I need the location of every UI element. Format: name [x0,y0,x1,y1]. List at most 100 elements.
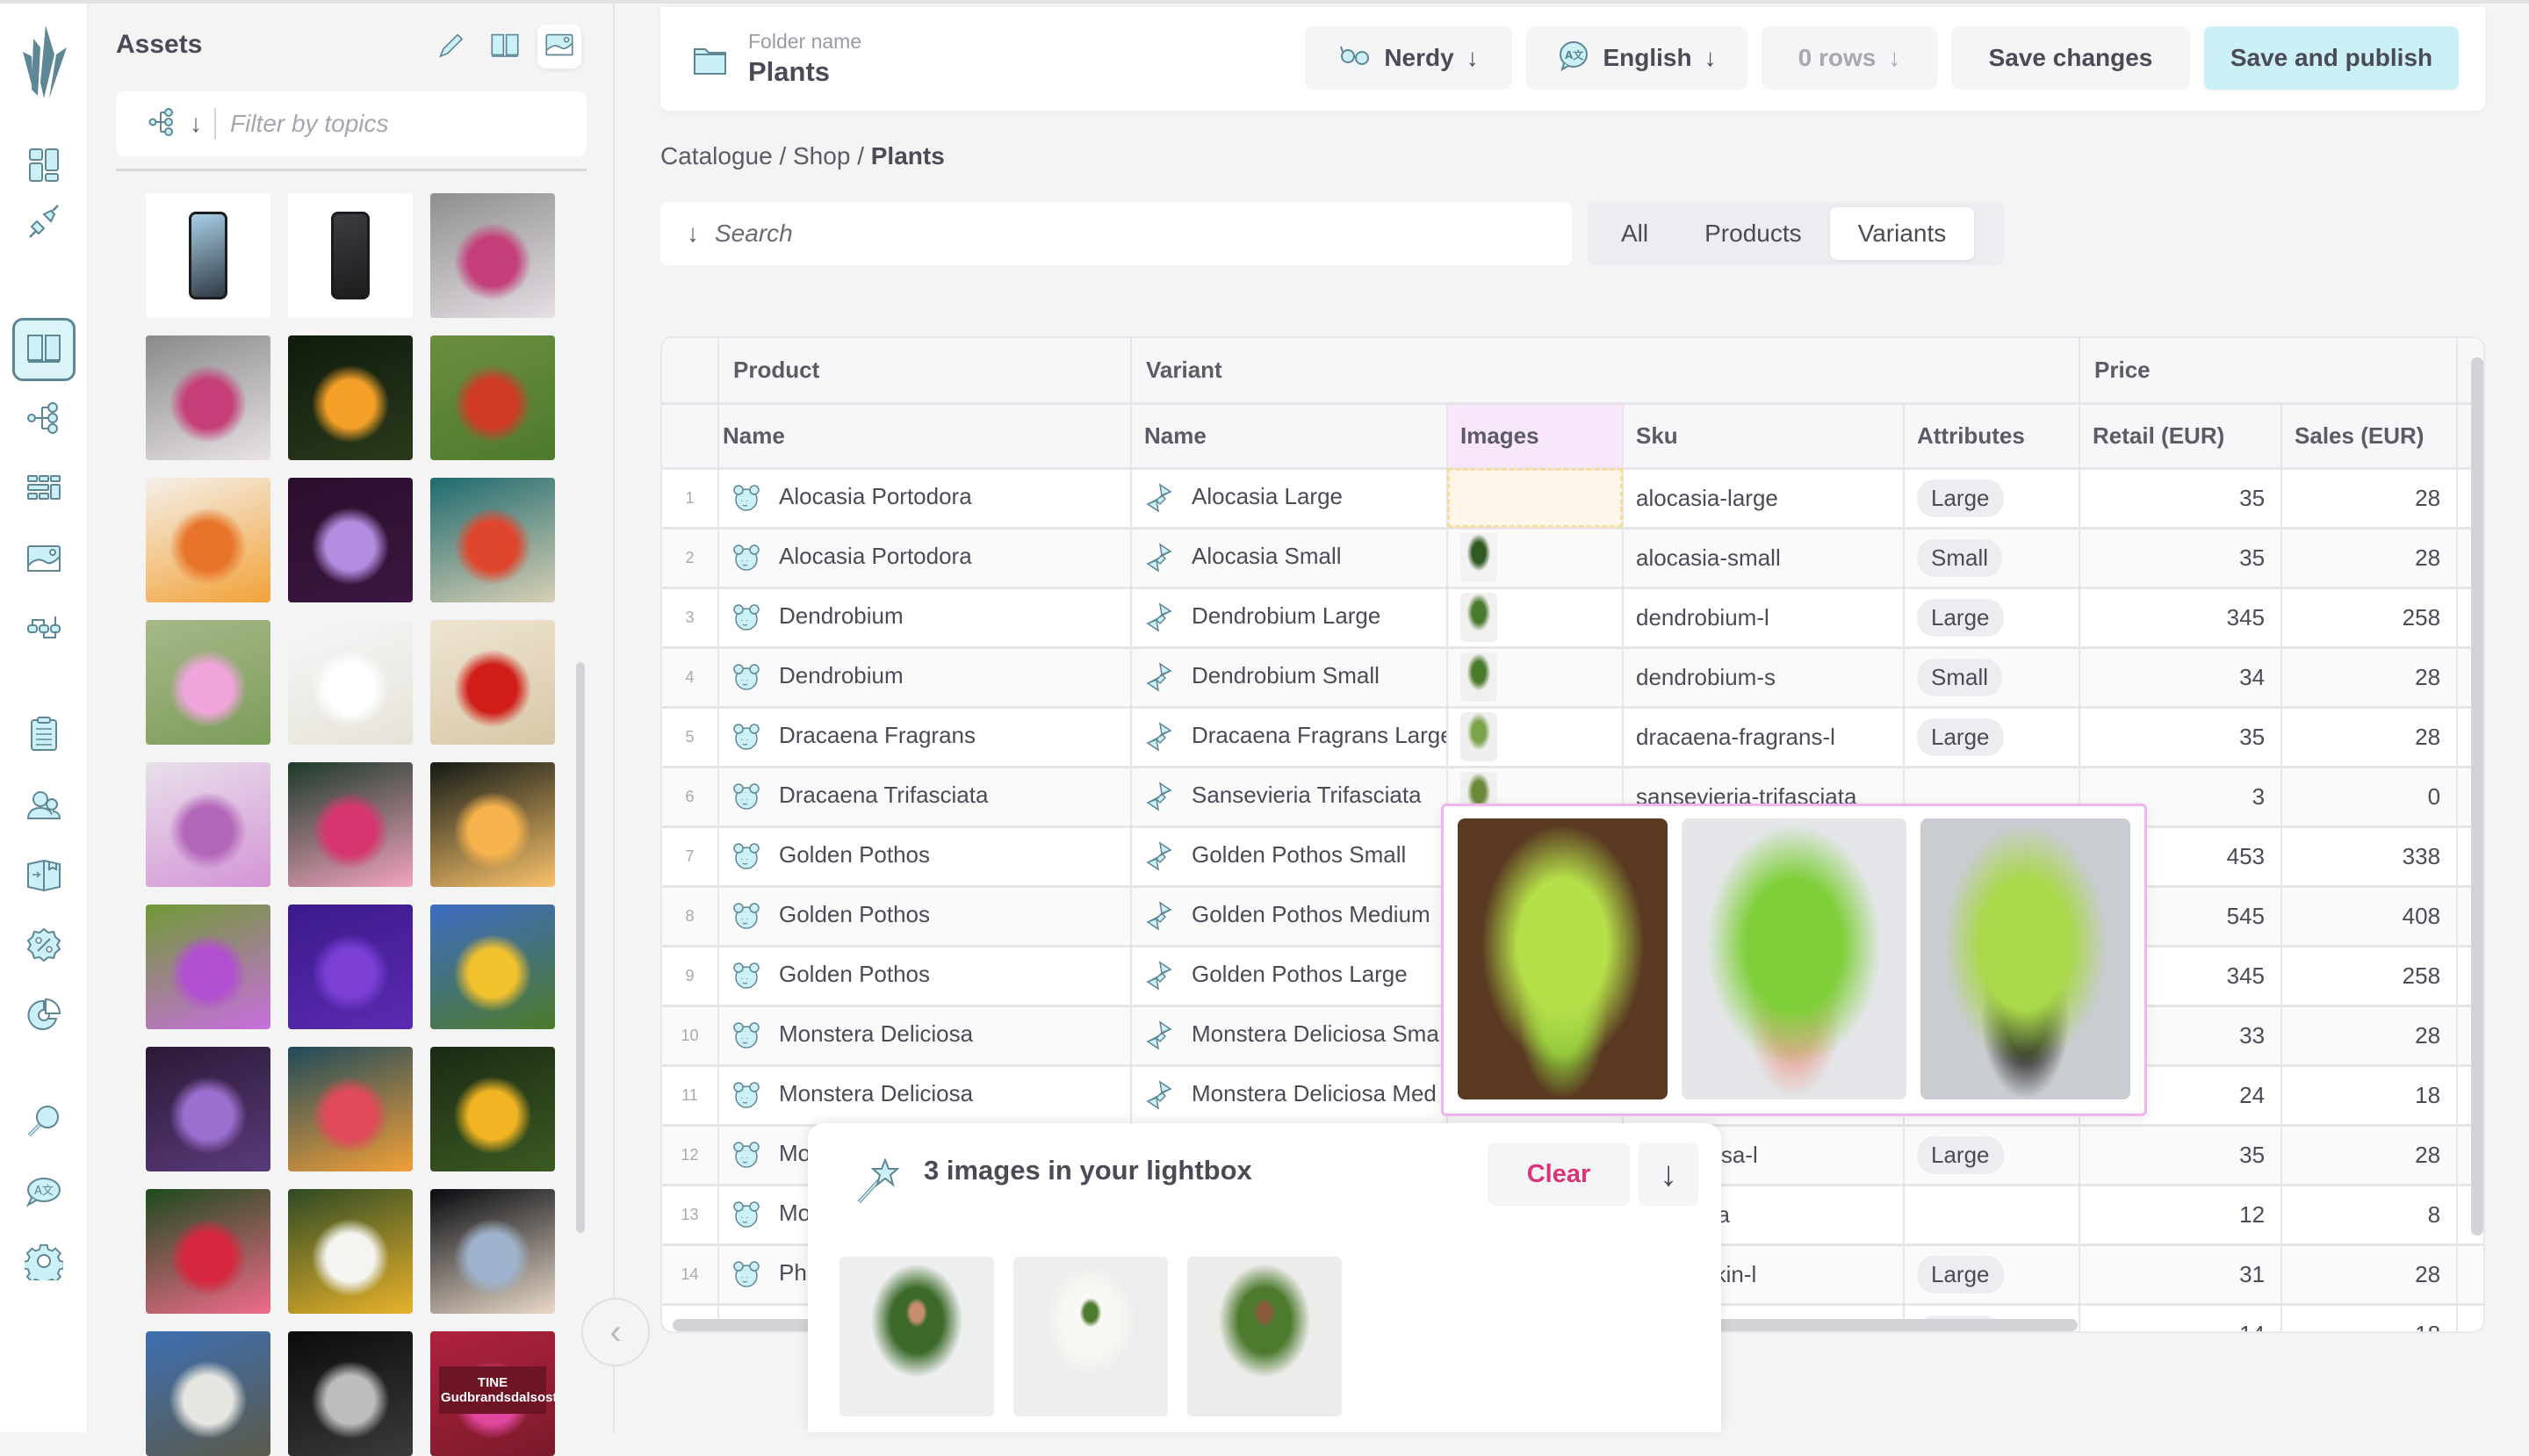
asset-thumbnail[interactable] [146,905,270,1029]
variant-thumbnail[interactable] [1460,533,1497,582]
table-row[interactable]: 1 Alocasia Portodora Alocasia Large aloc… [662,468,2483,530]
col-header-sku[interactable]: Sku [1623,403,1905,470]
variant-name-cell[interactable]: Dendrobium Large [1131,587,1448,649]
variant-name-cell[interactable]: Sansevieria Trifasciata [1131,767,1448,828]
images-cell[interactable] [1447,647,1624,709]
product-name-cell[interactable]: Golden Pothos [718,826,1132,888]
rail-item-grid[interactable] [19,465,68,515]
sales-price-cell[interactable]: 28 [2281,1244,2459,1306]
sales-price-cell[interactable]: 28 [2281,647,2459,709]
sku-cell[interactable]: dendrobium-l [1623,587,1905,649]
attributes-cell[interactable]: Large [1904,1244,2081,1306]
clear-lightbox-button[interactable]: Clear [1488,1142,1630,1206]
rail-item-catalogue[interactable] [12,318,76,381]
image-view-button[interactable] [537,25,581,68]
search-input[interactable] [715,220,1505,248]
rail-item-plugins[interactable] [19,198,68,248]
variant-name-cell[interactable]: Golden Pothos Medium [1131,886,1448,948]
col-header-retail[interactable]: Retail (EUR) [2079,403,2283,470]
product-name-cell[interactable]: Alocasia Portodora [718,528,1132,589]
asset-thumbnail[interactable] [146,620,270,745]
product-name-cell[interactable]: Dracaena Fragrans [718,707,1132,768]
asset-thumbnail[interactable] [146,1189,270,1314]
table-row[interactable]: 4 Dendrobium Dendrobium Small dendrobium… [662,647,2483,709]
sku-cell[interactable]: alocasia-small [1623,528,1905,589]
asset-thumbnail[interactable] [146,1331,270,1456]
table-row[interactable]: 3 Dendrobium Dendrobium Large dendrobium… [662,587,2483,649]
images-cell[interactable] [1447,587,1624,649]
rail-item-translations[interactable]: A文 [19,1168,68,1217]
rail-item-customers[interactable] [19,782,68,831]
sku-cell[interactable]: dendrobium-s [1623,647,1905,709]
product-name-cell[interactable]: Dendrobium [718,587,1132,649]
sku-cell[interactable]: dracaena-fragrans-l [1623,707,1905,768]
collapse-panel-button[interactable]: ‹ [581,1298,650,1366]
images-cell[interactable] [1447,528,1624,589]
stock-cell[interactable] [2457,1304,2483,1331]
sku-cell[interactable]: alocasia-large [1623,468,1905,530]
save-changes-button[interactable]: Save changes [1951,26,2190,90]
asset-thumbnail[interactable] [430,335,555,460]
variant-name-cell[interactable]: Golden Pothos Small [1131,826,1448,888]
product-name-cell[interactable]: Golden Pothos [718,886,1132,948]
variant-thumbnail[interactable] [1460,712,1497,761]
pencil-view-button[interactable] [429,25,472,68]
attributes-cell[interactable]: Large [1904,468,2081,530]
asset-thumbnail[interactable] [430,1189,555,1314]
breadcrumb-shop[interactable]: Shop [793,142,850,169]
lightbox-image[interactable] [839,1257,994,1416]
variant-thumbnail[interactable] [1460,652,1497,702]
topic-filter[interactable]: ↓ [116,91,587,156]
asset-thumbnail[interactable] [146,335,270,460]
product-name-cell[interactable]: Alocasia Portodora [718,468,1132,530]
product-name-cell[interactable]: Dendrobium [718,647,1132,709]
asset-thumbnail[interactable] [430,1047,555,1171]
asset-thumbnail[interactable] [430,478,555,602]
asset-thumbnail[interactable] [288,193,413,318]
asset-thumbnail[interactable] [146,478,270,602]
product-name-cell[interactable]: Monstera Deliciosa [718,1006,1132,1067]
asset-thumbnail[interactable] [288,1047,413,1171]
variant-name-cell[interactable]: Dendrobium Small [1131,647,1448,709]
retail-price-cell[interactable]: 31 [2079,1244,2283,1306]
variant-name-cell[interactable]: Alocasia Large [1131,468,1448,530]
table-row[interactable]: 2 Alocasia Portodora Alocasia Small aloc… [662,528,2483,589]
sales-price-cell[interactable]: 258 [2281,587,2459,649]
crystal-logo-icon[interactable] [14,21,76,100]
sales-price-cell[interactable]: 18 [2281,1304,2459,1331]
variant-name-cell[interactable]: Alocasia Small [1131,528,1448,589]
attributes-cell[interactable]: Large [1904,587,2081,649]
retail-price-cell[interactable]: 35 [2079,468,2283,530]
retail-price-cell[interactable]: 35 [2079,528,2283,589]
images-cell[interactable] [1447,468,1624,530]
tab-products[interactable]: Products [1676,207,1830,260]
asset-thumbnail[interactable] [288,1331,413,1456]
rail-item-dashboard[interactable] [19,142,68,191]
table-vertical-scrollbar[interactable] [2471,357,2483,1236]
images-cell[interactable] [1447,707,1624,768]
asset-thumbnail[interactable] [430,620,555,745]
search-arrow-icon[interactable]: ↓ [687,220,699,248]
product-name-cell[interactable]: Dracaena Trifasciata [718,767,1132,828]
asset-thumbnail[interactable] [146,1047,270,1171]
col-header-attributes[interactable]: Attributes [1904,403,2081,470]
asset-thumbnail[interactable] [288,478,413,602]
filter-dropdown-arrow-icon[interactable]: ↓ [190,110,202,138]
col-header-sales[interactable]: Sales (EUR) [2281,403,2459,470]
lightbox-collapse-button[interactable]: ↓ [1639,1142,1698,1206]
retail-price-cell[interactable]: 345 [2079,587,2283,649]
tab-variants[interactable]: Variants [1829,207,1975,260]
topics-tree-icon[interactable] [148,107,177,141]
asset-thumbnail[interactable] [146,762,270,887]
col-header-images[interactable]: Images [1447,403,1624,470]
preview-image[interactable] [1682,818,1906,1099]
preview-image[interactable] [1458,818,1668,1099]
breadcrumb-catalogue[interactable]: Catalogue [660,142,773,169]
col-header-product-name[interactable]: Name [718,403,1132,470]
col-header-variant-name[interactable]: Name [1131,403,1448,470]
rail-item-reports[interactable] [19,992,68,1042]
table-row[interactable]: 5 Dracaena Fragrans Dracaena Fragrans La… [662,707,2483,768]
tab-all[interactable]: All [1593,207,1676,260]
stock-cell[interactable] [2457,1244,2483,1306]
lightbox-image[interactable] [1013,1257,1168,1416]
